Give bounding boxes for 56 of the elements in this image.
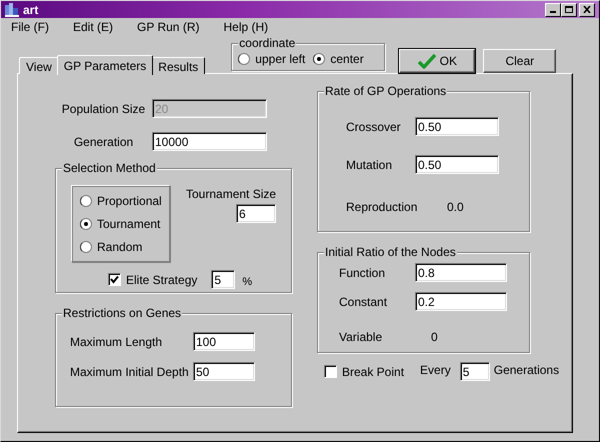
text-field[interactable]: 10000	[152, 132, 267, 151]
field-label: Crossover	[346, 120, 402, 134]
field-label: Every	[420, 362, 451, 376]
field-label: Maximum Initial Depth	[70, 364, 190, 378]
group-title: Rate of GP Operations	[324, 84, 448, 99]
radio-label[interactable]: Proportional	[97, 194, 162, 208]
text-field[interactable]: 6	[236, 204, 276, 223]
radio-button[interactable]	[80, 194, 92, 206]
tab[interactable]: GP Parameters	[56, 55, 154, 75]
unit-label: %	[242, 276, 252, 288]
tab[interactable]: Results	[151, 57, 206, 74]
field-label: Variable	[339, 330, 384, 344]
field-label: Function	[339, 266, 386, 280]
field-label: Generation	[72, 134, 134, 148]
checkmark-icon	[418, 54, 436, 68]
text-field[interactable]: 100	[193, 332, 255, 351]
menu-item[interactable]: GP Run (R)	[131, 20, 206, 34]
text-field[interactable]: 5	[211, 270, 236, 289]
clear-button[interactable]: Clear	[483, 49, 556, 73]
text-field[interactable]: 0.2	[415, 292, 507, 311]
radio-label[interactable]: Random	[97, 240, 142, 254]
unit-label: Generations	[494, 362, 560, 376]
window-title: art	[23, 2, 38, 16]
text-field[interactable]: 0.50	[415, 117, 499, 136]
app-icon	[4, 2, 20, 17]
text-field[interactable]: 5	[460, 362, 490, 381]
checkbox-label[interactable]: Elite Strategy	[126, 272, 198, 286]
checkbox[interactable]	[108, 273, 121, 286]
radio-label[interactable]: center	[330, 52, 364, 66]
minimize-icon[interactable]	[545, 2, 561, 16]
radio-button[interactable]	[80, 240, 92, 252]
field-label: Tournament Size	[186, 187, 276, 201]
ok-button[interactable]: OK	[399, 49, 476, 73]
checkbox-label[interactable]: Break Point	[342, 364, 404, 378]
field-label: Constant	[339, 294, 388, 308]
checkbox[interactable]	[324, 365, 337, 378]
radio-button[interactable]	[80, 218, 92, 230]
radio-label[interactable]: upper left	[255, 52, 306, 66]
menu-item[interactable]: Edit (E)	[67, 20, 120, 34]
field-label: Population Size	[60, 102, 146, 116]
field-label: Mutation	[346, 158, 394, 172]
field-label: Maximum Length	[70, 334, 164, 348]
maximize-icon[interactable]	[561, 2, 577, 16]
value-text: 0	[430, 330, 438, 344]
radio-button[interactable]	[238, 53, 250, 65]
text-field[interactable]: 0.8	[415, 263, 507, 282]
field-label: Reproduction	[346, 200, 415, 214]
value-text: 0.0	[446, 200, 464, 214]
radio-label[interactable]: Tournament	[97, 216, 160, 230]
text-field[interactable]: 0.50	[415, 155, 499, 174]
text-field[interactable]: 50	[193, 362, 255, 381]
tab[interactable]: View	[19, 57, 59, 74]
menu-item[interactable]: File (F)	[5, 20, 55, 34]
close-icon[interactable]	[579, 2, 595, 16]
radio-button[interactable]	[313, 53, 326, 65]
menu-item[interactable]: Help (H)	[217, 20, 274, 34]
